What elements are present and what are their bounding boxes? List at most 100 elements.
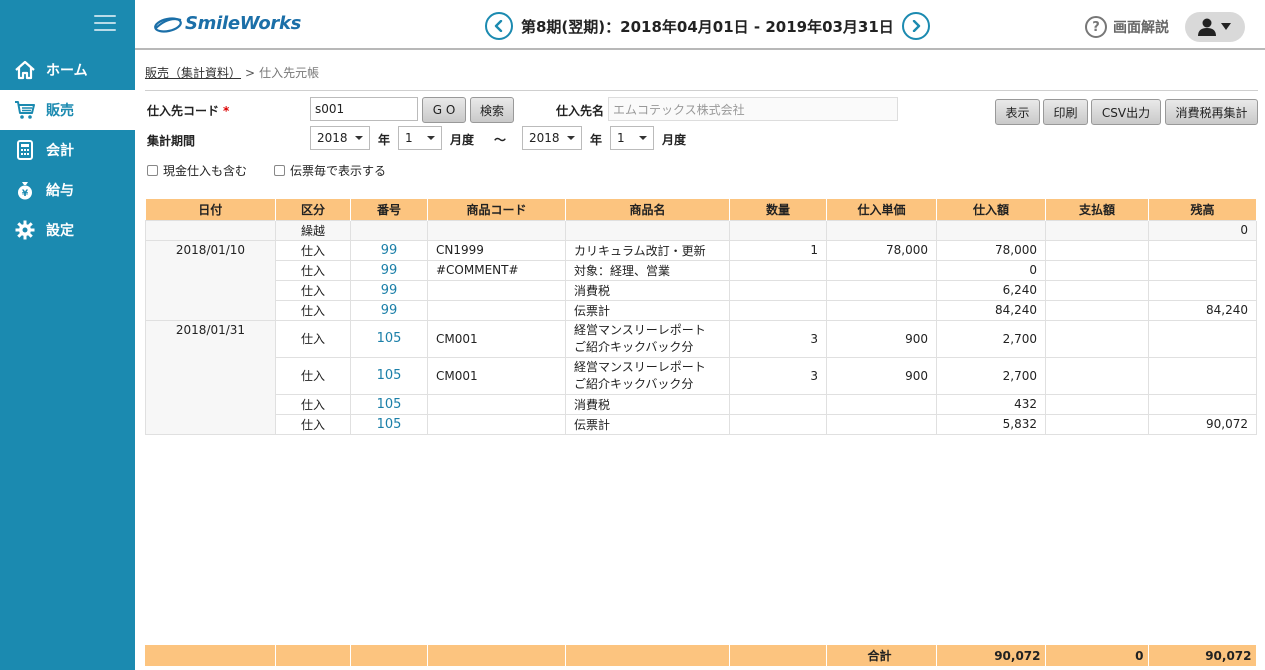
table-cell — [1148, 356, 1257, 395]
sidebar: ホーム 販売 会計 ¥ 給与 設定 — [0, 0, 135, 670]
table-cell: 900 — [826, 356, 937, 395]
table-cell: 900 — [826, 319, 937, 358]
month-unit: 月度 — [450, 133, 475, 147]
caret-down-icon — [639, 136, 647, 140]
chevron-left-icon — [494, 20, 503, 32]
table-cell — [729, 645, 827, 666]
go-button[interactable]: G O — [422, 97, 466, 123]
to-year-select[interactable]: 2018 — [522, 126, 582, 150]
totals-row: 合計 90,072 0 90,072 — [145, 645, 1257, 666]
sidebar-item-settings[interactable]: 設定 — [0, 210, 135, 250]
total-paid: 0 — [1045, 645, 1149, 666]
gear-icon — [14, 219, 36, 241]
sidebar-item-sales[interactable]: 販売 — [0, 90, 135, 130]
table-cell — [427, 393, 566, 415]
from-month-value: 1 — [405, 131, 413, 145]
table-cell — [350, 219, 428, 241]
table-cell — [427, 279, 566, 301]
table-cell: CM001 — [427, 319, 566, 358]
from-year-select[interactable]: 2018 — [310, 126, 370, 150]
header: SmileWorks 第8期(翌期)：2018年04月01日 - 2019年03… — [135, 0, 1265, 50]
table-cell — [427, 219, 566, 241]
breadcrumb-parent-link[interactable]: 販売（集計資料） — [145, 66, 241, 80]
breadcrumb-current: 仕入先元帳 — [259, 66, 320, 80]
recalculate-tax-button[interactable]: 消費税再集計 — [1165, 99, 1258, 125]
table-cell — [1148, 279, 1257, 301]
smileworks-logo-icon — [154, 17, 182, 33]
table-row: 仕入 99 #COMMENT# 対象：経理、営業 0 — [146, 259, 1257, 281]
sidebar-item-home[interactable]: ホーム — [0, 50, 135, 90]
table-cell: 消費税 — [565, 393, 730, 415]
checkbox-box[interactable] — [147, 165, 158, 176]
slip-number-link[interactable]: 105 — [350, 413, 428, 435]
slip-number-link[interactable]: 99 — [350, 239, 428, 261]
table-cell: 0 — [1148, 219, 1257, 241]
column-header: 商品名 — [565, 199, 730, 220]
item-name-line1: 経営マンスリーレポート — [574, 322, 706, 337]
include-cash-checkbox[interactable]: 現金仕入も含む — [147, 162, 247, 179]
help-button[interactable]: ? 画面解説 — [1085, 16, 1169, 38]
table-cell — [427, 413, 566, 435]
sidebar-item-label: ホーム — [46, 63, 88, 79]
question-icon: ? — [1085, 16, 1107, 38]
logo[interactable]: SmileWorks — [153, 12, 301, 34]
table-cell — [427, 299, 566, 321]
supplier-code-input[interactable] — [310, 97, 418, 121]
table-cell — [826, 413, 937, 435]
slip-number-link[interactable]: 105 — [350, 393, 428, 415]
table-cell: #COMMENT# — [427, 259, 566, 281]
slip-number-link[interactable]: 99 — [350, 299, 428, 321]
table-cell — [1045, 239, 1149, 261]
breadcrumb-divider — [145, 90, 1258, 91]
money-bag-icon: ¥ — [14, 179, 36, 201]
table-cell — [729, 413, 827, 435]
breadcrumb-separator: > — [245, 66, 256, 80]
table-cell — [565, 219, 730, 241]
sidebar-item-payroll[interactable]: ¥ 給与 — [0, 170, 135, 210]
slip-number-link[interactable]: 99 — [350, 259, 428, 281]
slip-number-link[interactable]: 105 — [350, 319, 428, 358]
table-cell — [1148, 239, 1257, 261]
slip-number-link[interactable]: 99 — [350, 279, 428, 301]
sidebar-item-accounting[interactable]: 会計 — [0, 130, 135, 170]
print-button[interactable]: 印刷 — [1043, 99, 1088, 125]
previous-period-button[interactable] — [485, 12, 513, 40]
display-button[interactable]: 表示 — [995, 99, 1040, 125]
item-name-line1: 経営マンスリーレポート — [574, 359, 706, 374]
table-cell: 経営マンスリーレポート ご紹介キックバック分 — [565, 356, 730, 395]
year-unit: 年 — [378, 133, 391, 147]
slip-number-link[interactable]: 105 — [350, 356, 428, 395]
per-slip-checkbox[interactable]: 伝票毎で表示する — [274, 162, 386, 179]
table-cell — [275, 645, 351, 666]
table-cell — [826, 299, 937, 321]
range-tilde: 〜 — [494, 133, 507, 147]
sidebar-item-label: 設定 — [46, 223, 74, 239]
checkbox-label: 伝票毎で表示する — [290, 164, 387, 178]
item-name-line2: ご紹介キックバック分 — [574, 339, 694, 354]
next-period-button[interactable] — [901, 12, 930, 40]
to-month-select[interactable]: 1 — [610, 126, 654, 150]
hamburger-menu-icon[interactable] — [94, 15, 116, 33]
from-month-select[interactable]: 1 — [398, 126, 442, 150]
csv-export-button[interactable]: CSV出力 — [1091, 99, 1161, 125]
search-button[interactable]: 検索 — [470, 97, 514, 123]
supplier-code-label: 仕入先コード * — [147, 104, 230, 118]
sidebar-item-label: 給与 — [46, 183, 74, 199]
totals-label: 合計 — [826, 645, 937, 666]
column-header: 支払額 — [1045, 199, 1149, 220]
column-header: 区分 — [275, 199, 351, 220]
column-header: 番号 — [350, 199, 428, 220]
user-menu-button[interactable] — [1185, 12, 1245, 42]
checkbox-label: 現金仕入も含む — [163, 164, 248, 178]
table-cell: 0 — [936, 259, 1046, 281]
column-header: 数量 — [729, 199, 827, 220]
table-cell — [1045, 393, 1149, 415]
to-year-value: 2018 — [529, 131, 560, 145]
table-cell: 78,000 — [936, 239, 1046, 261]
table-row: 仕入 105 伝票計 5,832 90,072 — [146, 413, 1257, 435]
table-cell — [826, 279, 937, 301]
chevron-right-icon — [912, 20, 921, 32]
table-cell — [826, 259, 937, 281]
checkbox-box[interactable] — [274, 165, 285, 176]
table-cell: 経営マンスリーレポート ご紹介キックバック分 — [565, 319, 730, 358]
